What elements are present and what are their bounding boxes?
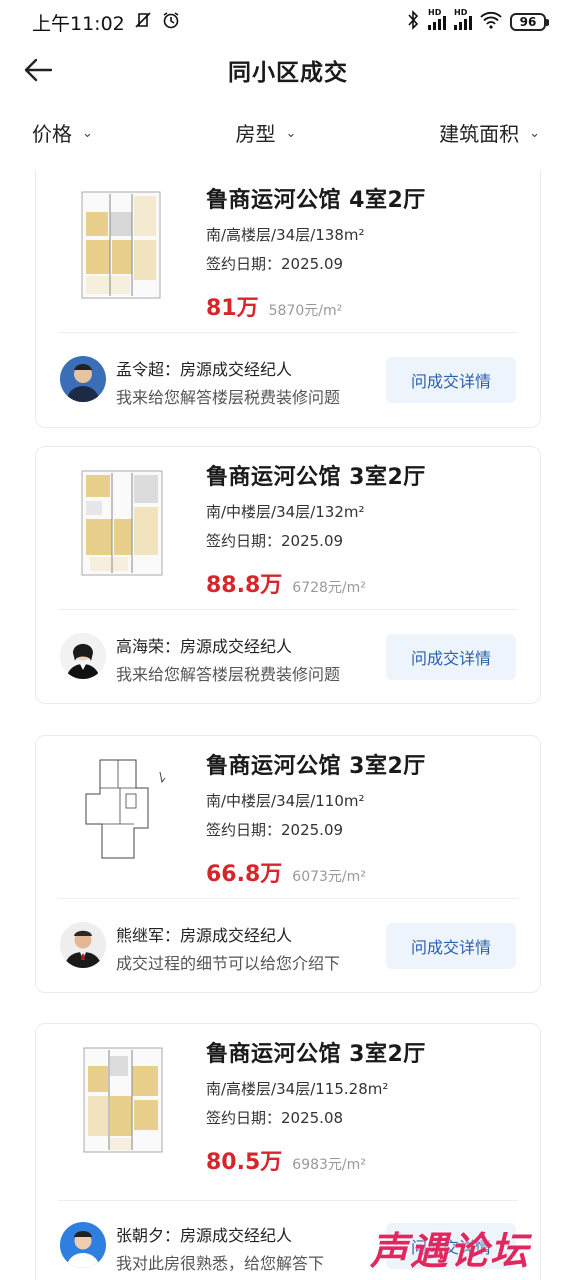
listing-detail: 南/中楼层/34层/110m² <box>206 792 365 810</box>
unit-price: 5870元/m² <box>268 303 343 319</box>
price-line: 66.8万 6073元/m² <box>206 856 526 888</box>
listing-card[interactable]: 鲁商运河公馆 3室2厅 南/中楼层/34层/110m² 签约日期：2025.09… <box>35 735 541 993</box>
total-price: 66.8万 <box>206 862 283 887</box>
divider <box>58 898 518 899</box>
avatar[interactable] <box>60 356 106 402</box>
agent-info: 张朝夕：房源成交经纪人 我对此房很熟悉，给您解答下 <box>116 1222 386 1274</box>
bluetooth-icon <box>406 10 420 34</box>
agent-info: 高海荣：房源成交经纪人 我来给您解答楼层税费装修问题 <box>116 633 386 685</box>
listing-title: 鲁商运河公馆 3室2厅 <box>206 754 426 779</box>
chevron-down-icon: ⌄ <box>82 125 93 141</box>
agent-info: 熊继军：房源成交经纪人 成交过程的细节可以给您介绍下 <box>116 922 386 974</box>
price-line: 81万 5870元/m² <box>206 290 526 322</box>
filter-label: 房型 <box>235 121 276 146</box>
header: 同小区成交 <box>0 44 576 96</box>
agent-message: 成交过程的细节可以给您介绍下 <box>116 954 341 973</box>
agent-message: 我对此房很熟悉，给您解答下 <box>116 1254 325 1273</box>
chevron-down-icon: ⌄ <box>285 125 297 141</box>
filter-area[interactable]: 建筑面积 ⌄ <box>439 118 540 147</box>
filter-layout[interactable]: 房型 ⌄ <box>236 118 297 147</box>
hd-label: HD <box>454 8 468 17</box>
avatar[interactable] <box>60 1222 106 1268</box>
price-line: 88.8万 6728元/m² <box>206 567 526 599</box>
agent-name: 高海荣：房源成交经纪人 <box>116 637 293 656</box>
filter-label: 建筑面积 <box>439 121 520 146</box>
filter-price[interactable]: 价格 ⌄ <box>32 118 93 147</box>
agent-name: 张朝夕：房源成交经纪人 <box>116 1226 293 1245</box>
clock: 上午11:02 <box>32 12 125 35</box>
divider <box>58 609 518 610</box>
listing-info: 鲁商运河公馆 3室2厅 南/高楼层/34层/115.28m² 签约日期：2025… <box>206 1036 526 1176</box>
signal-icon-1: HD <box>428 8 446 30</box>
avatar[interactable] <box>60 633 106 679</box>
listing-detail: 南/高楼层/34层/138m² <box>206 226 365 244</box>
agent-message: 我来给您解答楼层税费装修问题 <box>116 388 341 407</box>
filter-bar: 价格 ⌄ 房型 ⌄ 建筑面积 ⌄ <box>0 112 576 152</box>
agent-message: 我来给您解答楼层税费装修问题 <box>116 665 341 684</box>
signal-icon-2: HD <box>454 8 472 30</box>
total-price: 88.8万 <box>206 573 283 598</box>
floorplan-image <box>83 1047 163 1153</box>
total-price: 81万 <box>206 296 259 321</box>
ask-deal-details-button[interactable]: 问成交详情 <box>386 357 516 403</box>
listing-title: 鲁商运河公馆 3室2厅 <box>206 465 426 490</box>
listing-card[interactable]: 鲁商运河公馆 3室2厅 南/中楼层/34层/132m² 签约日期：2025.09… <box>35 446 541 704</box>
listing-title: 鲁商运河公馆 4室2厅 <box>206 188 426 213</box>
arrow-left-icon <box>24 58 53 82</box>
floorplan-image <box>81 191 161 299</box>
agent-name: 孟令超：房源成交经纪人 <box>116 360 293 379</box>
sign-date: 签约日期：2025.09 <box>206 821 344 839</box>
status-bar: 上午11:02 HD HD 96 <box>0 0 576 44</box>
listing-info: 鲁商运河公馆 3室2厅 南/中楼层/34层/110m² 签约日期：2025.09… <box>206 748 526 888</box>
ask-deal-details-button[interactable]: 问成交详情 <box>386 923 516 969</box>
chevron-down-icon: ⌄ <box>529 125 540 141</box>
divider <box>58 1200 518 1201</box>
status-right: HD HD 96 <box>406 8 549 34</box>
sign-date: 签约日期：2025.09 <box>206 255 344 273</box>
battery-icon: 96 <box>510 13 549 31</box>
alarm-icon <box>161 10 181 34</box>
price-line: 80.5万 6983元/m² <box>206 1144 526 1176</box>
wifi-icon <box>480 11 502 33</box>
floorplan-image <box>81 470 163 576</box>
unit-price: 6983元/m² <box>292 1157 366 1173</box>
mute-vibrate-icon <box>133 10 153 34</box>
watermark-logo: 声遇论坛 <box>370 1229 531 1273</box>
unit-price: 6728元/m² <box>292 580 366 596</box>
listing-info: 鲁商运河公馆 4室2厅 南/高楼层/34层/138m² 签约日期：2025.09… <box>206 182 526 322</box>
listing-detail: 南/高楼层/34层/115.28m² <box>206 1080 389 1098</box>
back-button[interactable] <box>18 50 58 90</box>
listing-title: 鲁商运河公馆 3室2厅 <box>206 1042 426 1067</box>
listing-detail: 南/中楼层/34层/132m² <box>206 503 365 521</box>
status-left: 上午11:02 <box>32 9 181 36</box>
page-title: 同小区成交 <box>228 60 348 86</box>
floorplan-image <box>85 759 166 859</box>
ask-deal-details-button[interactable]: 问成交详情 <box>386 634 516 680</box>
hd-label: HD <box>428 8 442 17</box>
avatar[interactable] <box>60 922 106 968</box>
listing-card[interactable]: 鲁商运河公馆 4室2厅 南/高楼层/34层/138m² 签约日期：2025.09… <box>35 170 541 428</box>
sign-date: 签约日期：2025.09 <box>206 532 344 550</box>
total-price: 80.5万 <box>206 1150 283 1175</box>
divider <box>58 332 518 333</box>
filter-label: 价格 <box>32 121 72 146</box>
listing-info: 鲁商运河公馆 3室2厅 南/中楼层/34层/132m² 签约日期：2025.09… <box>206 459 526 599</box>
unit-price: 6073元/m² <box>292 869 366 885</box>
sign-date: 签约日期：2025.08 <box>206 1109 344 1127</box>
agent-info: 孟令超：房源成交经纪人 我来给您解答楼层税费装修问题 <box>116 356 386 408</box>
agent-name: 熊继军：房源成交经纪人 <box>116 926 293 945</box>
